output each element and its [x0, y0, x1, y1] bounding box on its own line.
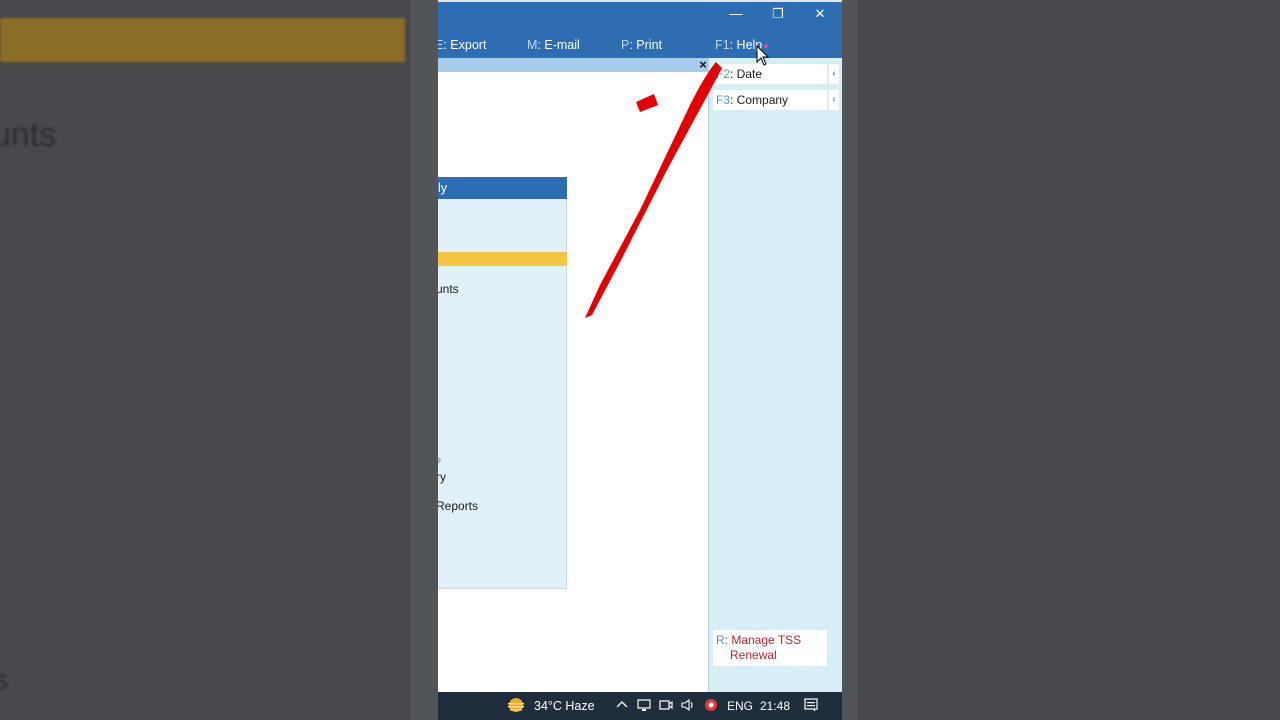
- weather-text[interactable]: 34°C Haze: [534, 699, 595, 713]
- panel-item-partial[interactable]: e: [438, 455, 441, 465]
- language-indicator[interactable]: ENG: [727, 699, 753, 713]
- background-left: unts s: [0, 0, 410, 720]
- clock[interactable]: 21:48: [760, 699, 790, 713]
- chevron-up-icon[interactable]: [614, 697, 630, 713]
- menu-export[interactable]: E: Export: [438, 38, 486, 52]
- restore-button[interactable]: ❐: [768, 6, 788, 22]
- background-strip-left: [410, 0, 438, 720]
- date-expand-icon[interactable]: ‹: [829, 64, 839, 84]
- manage-tss-renewal-button[interactable]: R: Manage TSS Renewal: [713, 630, 827, 666]
- taskbar: 34°C Haze ENG 21:48: [438, 692, 842, 720]
- record-icon[interactable]: [703, 697, 719, 713]
- meet-icon[interactable]: [658, 697, 674, 713]
- background-heading-fragment: unts: [0, 116, 57, 154]
- menu-help[interactable]: F1: Help: [715, 38, 762, 52]
- background-right: [858, 0, 1280, 720]
- background-bar: [0, 18, 405, 62]
- panel-item-accounts[interactable]: unts: [438, 282, 459, 296]
- background-bottom-fragment: s: [0, 664, 8, 695]
- notification-icon[interactable]: [803, 697, 819, 713]
- date-button[interactable]: F2: Date: [713, 64, 827, 84]
- weather-icon[interactable]: [506, 696, 526, 714]
- panel-title: ly: [438, 177, 567, 199]
- menu-email[interactable]: M: E-mail: [527, 38, 580, 52]
- network-icon[interactable]: [636, 697, 652, 713]
- sub-header-bar: [438, 58, 708, 72]
- app-window: — ❐ ✕ E: Export M: E-mail P: Print F1: H…: [438, 0, 842, 720]
- volume-icon[interactable]: [680, 697, 696, 713]
- background-strip-right: [842, 0, 858, 720]
- gateway-panel: ly unts e ry Reports: [438, 177, 567, 589]
- panel-selected-item[interactable]: [438, 252, 567, 266]
- menu-print[interactable]: P: Print: [621, 38, 662, 52]
- panel-item-reports[interactable]: Reports: [438, 499, 478, 513]
- right-sidebar: F2: Date ‹ F3: Company ‹ R: Manage TSS R…: [708, 58, 842, 692]
- company-button[interactable]: F3: Company: [713, 90, 827, 110]
- title-bar: — ❐ ✕ E: Export M: E-mail P: Print F1: H…: [438, 0, 842, 58]
- minimize-button[interactable]: —: [726, 6, 746, 21]
- close-window-button[interactable]: ✕: [810, 6, 830, 22]
- company-expand-icon[interactable]: ‹: [829, 90, 839, 110]
- panel-item-inquiry[interactable]: ry: [438, 470, 446, 484]
